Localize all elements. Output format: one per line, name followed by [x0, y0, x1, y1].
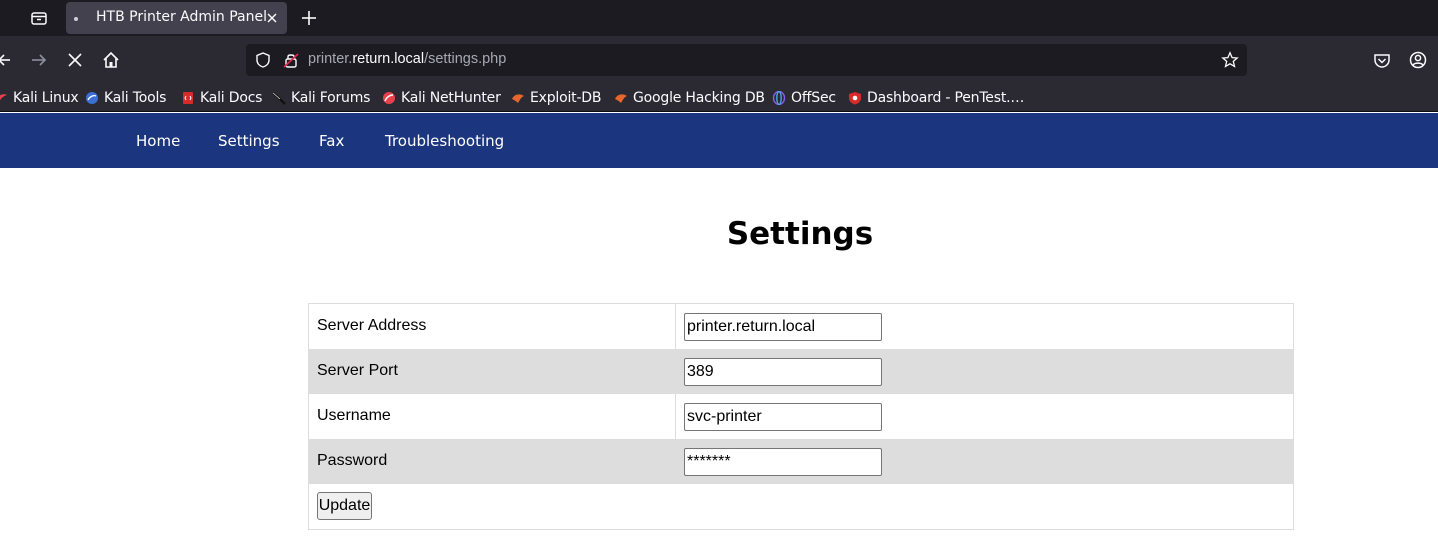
bookmarks-toolbar: Kali Linux Kali Tools Kali Docs Kali For… [0, 84, 1438, 112]
table-row-server-address: Server Address [309, 304, 1293, 349]
url-host: return.local [352, 51, 425, 67]
username-input[interactable] [684, 403, 882, 431]
bookmark-kali-docs[interactable]: Kali Docs [181, 88, 262, 108]
url-subdomain: printer. [308, 51, 353, 67]
table-row-username: Username [309, 394, 1293, 439]
bookmark-google-hacking-db[interactable]: Google Hacking DB [614, 88, 765, 108]
nav-link-settings[interactable]: Settings [218, 132, 280, 150]
username-label: Username [317, 407, 391, 424]
tab-title: HTB Printer Admin Panel [96, 9, 267, 25]
insecure-lock-icon[interactable] [282, 51, 300, 69]
kali-icon [0, 94, 7, 101]
nav-link-troubleshooting[interactable]: Troubleshooting [385, 132, 504, 150]
update-button[interactable]: Update [317, 492, 372, 520]
tab-list-icon[interactable] [29, 8, 49, 28]
page-title: Settings [726, 216, 874, 252]
tab-loading-icon [74, 17, 78, 21]
star-icon[interactable] [1221, 51, 1239, 69]
exploit-db-icon [512, 94, 524, 103]
url-path: /settings.php [424, 51, 507, 67]
server-port-input[interactable] [684, 358, 882, 386]
bookmark-kali-tools[interactable]: Kali Tools [85, 88, 166, 108]
back-arrow-icon[interactable] [0, 50, 16, 70]
stop-loading-icon[interactable] [65, 50, 85, 70]
column-divider [675, 394, 676, 439]
close-icon[interactable] [264, 10, 280, 26]
browser-tab-bar: HTB Printer Admin Panel [0, 0, 1438, 36]
nethunter-icon [383, 92, 395, 104]
shield-icon[interactable] [254, 51, 272, 69]
nav-link-fax[interactable]: Fax [319, 132, 344, 150]
forward-arrow-icon[interactable] [29, 50, 49, 70]
offsec-icon [772, 91, 786, 105]
browser-nav-bar: printer.return.local/settings.php [0, 36, 1438, 84]
new-tab-icon[interactable] [299, 8, 319, 28]
table-row-update: Update [309, 484, 1293, 529]
pocket-icon[interactable] [1372, 50, 1392, 70]
url-text[interactable]: printer.return.local/settings.php [308, 51, 506, 67]
bookmark-kali-nethunter[interactable]: Kali NetHunter [382, 88, 501, 108]
server-address-label: Server Address [317, 317, 427, 334]
server-address-input[interactable] [684, 313, 882, 341]
kali-tools-icon [86, 92, 98, 104]
kali-forums-icon [272, 92, 286, 105]
server-port-label: Server Port [317, 362, 398, 379]
bookmark-kali-forums[interactable]: Kali Forums [272, 88, 370, 108]
home-icon[interactable] [101, 50, 121, 70]
table-row-password: Password [309, 439, 1293, 484]
bookmark-offsec[interactable]: OffSec [772, 88, 836, 108]
bookmark-kali-linux[interactable]: Kali Linux [0, 88, 79, 108]
nav-link-home[interactable]: Home [136, 132, 180, 150]
table-row-server-port: Server Port [309, 349, 1293, 394]
site-nav-bar: Home Settings Fax Troubleshooting [0, 113, 1438, 168]
column-divider [675, 304, 676, 349]
settings-form: Server Address Server Port Username Pass… [308, 303, 1294, 530]
browser-tab[interactable]: HTB Printer Admin Panel [66, 2, 287, 34]
url-bar[interactable]: printer.return.local/settings.php [246, 44, 1247, 76]
bookmark-exploit-db[interactable]: Exploit-DB [511, 88, 601, 108]
ghdb-icon [615, 94, 627, 103]
bookmark-dashboard-pentest[interactable]: Dashboard - PenTest.… [848, 88, 1024, 108]
password-label: Password [317, 452, 388, 469]
password-input[interactable] [684, 448, 882, 476]
pentest-icon [849, 92, 861, 105]
kali-docs-icon [183, 92, 193, 104]
account-icon[interactable] [1408, 50, 1428, 70]
